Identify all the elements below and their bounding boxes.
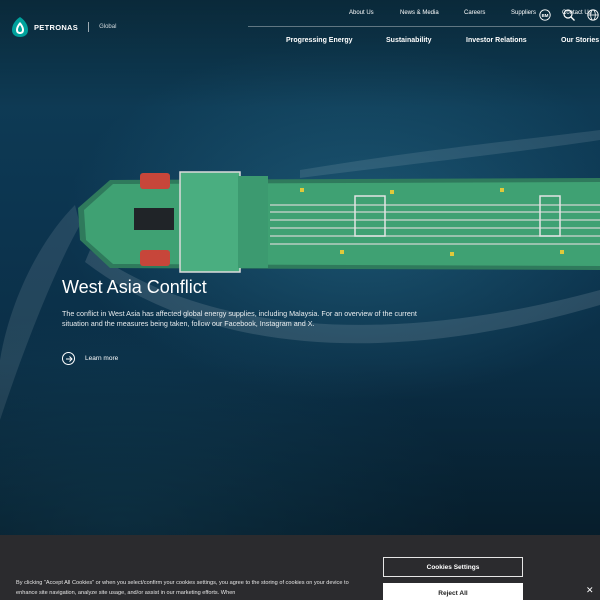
logo-text: PETRONAS: [34, 22, 79, 32]
region-label[interactable]: Global: [99, 24, 116, 30]
learn-more-label: Learn more: [85, 355, 119, 362]
search-icon[interactable]: [563, 8, 575, 21]
nav-about-us[interactable]: About Us: [349, 10, 374, 16]
reject-all-button[interactable]: Reject All: [383, 583, 523, 600]
arrow-right-icon: [62, 352, 75, 365]
nav-careers[interactable]: Careers: [464, 10, 485, 16]
nav-investor-relations[interactable]: Investor Relations: [466, 37, 527, 44]
utility-nav: About Us News & Media Careers Suppliers …: [340, 10, 600, 18]
cookie-banner: By clicking “Accept All Cookies” or when…: [0, 535, 600, 600]
hero-title: West Asia Conflict: [62, 277, 207, 297]
nav-progressing-energy[interactable]: Progressing Energy: [286, 37, 353, 44]
cookie-text: By clicking “Accept All Cookies” or when…: [16, 580, 349, 596]
learn-more-link[interactable]: Learn more: [62, 352, 118, 365]
language-badge-text: BM: [542, 13, 549, 18]
logo-divider: [88, 22, 90, 32]
language-badge-icon[interactable]: BM: [539, 8, 551, 21]
close-icon[interactable]: ✕: [586, 585, 594, 596]
petronas-logo-icon: [12, 17, 28, 37]
nav-our-stories[interactable]: Our Stories: [561, 37, 599, 44]
nav-sustainability[interactable]: Sustainability: [386, 37, 432, 44]
hero-description: The conflict in West Asia has affected g…: [62, 309, 417, 328]
hero-background: [0, 0, 600, 600]
cookies-settings-button[interactable]: Cookies Settings: [383, 557, 523, 577]
nav-suppliers[interactable]: Suppliers: [511, 10, 536, 16]
nav-news-media[interactable]: News & Media: [400, 10, 439, 16]
petronas-logo[interactable]: PETRONAS Global: [10, 16, 116, 38]
header-divider: [248, 26, 600, 27]
globe-icon[interactable]: [587, 8, 599, 21]
